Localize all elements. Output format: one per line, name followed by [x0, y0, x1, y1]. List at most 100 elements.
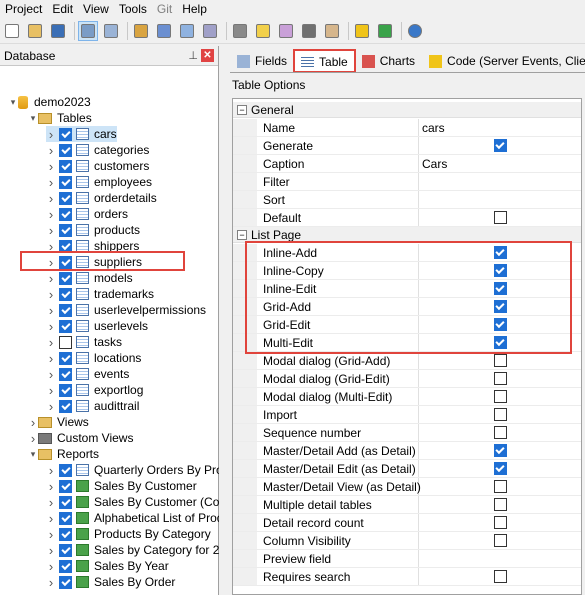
- table-checkbox[interactable]: [59, 159, 72, 173]
- tree-table-products[interactable]: › products: [46, 222, 140, 238]
- refresh-button[interactable]: [375, 21, 395, 41]
- tab-fields[interactable]: Fields: [230, 50, 294, 72]
- property-value[interactable]: [419, 550, 581, 567]
- expand-closed-icon[interactable]: ›: [46, 367, 56, 382]
- table-checkbox[interactable]: [59, 367, 72, 381]
- tree-report-item[interactable]: › Alphabetical List of Produ: [46, 510, 219, 526]
- menu-help[interactable]: Help: [177, 2, 212, 16]
- tree-report-item[interactable]: › Sales By Customer: [46, 478, 197, 494]
- property-row-preview-field[interactable]: Preview field: [233, 550, 581, 568]
- collapse-icon[interactable]: −: [237, 104, 247, 115]
- tree-report-item[interactable]: › Quarterly Orders By Prod: [46, 462, 219, 478]
- table-checkbox[interactable]: [59, 127, 72, 141]
- tree-table-cars[interactable]: › cars: [46, 126, 117, 142]
- property-row-generate[interactable]: Generate: [233, 137, 581, 155]
- expand-closed-icon[interactable]: ›: [46, 303, 56, 318]
- expand-closed-icon[interactable]: ›: [46, 191, 56, 206]
- property-row-default[interactable]: Default: [233, 209, 581, 227]
- tree-table-tasks[interactable]: › tasks: [46, 334, 122, 350]
- report-checkbox[interactable]: [59, 479, 72, 493]
- property-value[interactable]: [419, 209, 581, 226]
- expand-closed-icon[interactable]: ›: [46, 527, 56, 542]
- table-checkbox[interactable]: [59, 191, 72, 205]
- tree-report-item[interactable]: › Sales By Year: [46, 558, 169, 574]
- report-checkbox[interactable]: [59, 511, 72, 525]
- expand-closed-icon[interactable]: ›: [46, 495, 56, 510]
- menu-tools[interactable]: Tools: [114, 2, 152, 16]
- tree-database[interactable]: ▾ demo2023: [8, 94, 91, 110]
- property-checkbox[interactable]: [493, 462, 507, 475]
- section-header-general[interactable]: − General: [233, 102, 581, 118]
- expand-closed-icon[interactable]: ›: [46, 319, 56, 334]
- property-row-modal-dialog-grid-add-[interactable]: Modal dialog (Grid-Add): [233, 352, 581, 370]
- property-row-modal-dialog-grid-edit-[interactable]: Modal dialog (Grid-Edit): [233, 370, 581, 388]
- tab-charts[interactable]: Charts: [355, 50, 422, 72]
- lock-button[interactable]: [230, 21, 250, 41]
- property-checkbox[interactable]: [493, 426, 507, 439]
- style-button[interactable]: [276, 21, 296, 41]
- property-checkbox[interactable]: [493, 408, 507, 421]
- tree-table-orderdetails[interactable]: › orderdetails: [46, 190, 157, 206]
- table-checkbox[interactable]: [59, 303, 72, 317]
- property-value[interactable]: [419, 568, 581, 585]
- property-checkbox[interactable]: [493, 498, 507, 511]
- report-checkbox[interactable]: [59, 527, 72, 541]
- table-checkbox[interactable]: [59, 223, 72, 237]
- property-row-master-detail-add-as-detail-[interactable]: Master/Detail Add (as Detail): [233, 442, 581, 460]
- property-value[interactable]: cars: [419, 119, 581, 136]
- property-row-column-visibility[interactable]: Column Visibility: [233, 532, 581, 550]
- property-row-detail-record-count[interactable]: Detail record count: [233, 514, 581, 532]
- tables-button[interactable]: [131, 21, 151, 41]
- tree-table-orders[interactable]: › orders: [46, 206, 128, 222]
- menu-project[interactable]: Project: [0, 2, 47, 16]
- tree-report-item[interactable]: › Sales By Order: [46, 574, 176, 590]
- expand-closed-icon[interactable]: ›: [28, 431, 38, 446]
- expand-closed-icon[interactable]: ›: [46, 511, 56, 526]
- tree-report-item[interactable]: › Sales By Customer (Comp: [46, 494, 219, 510]
- property-row-import[interactable]: Import: [233, 406, 581, 424]
- expand-open-icon[interactable]: ▾: [8, 97, 18, 108]
- table-checkbox[interactable]: [59, 335, 72, 349]
- menu-view[interactable]: View: [78, 2, 114, 16]
- tree-table-userlevels[interactable]: › userlevels: [46, 318, 148, 334]
- expand-closed-icon[interactable]: ›: [46, 127, 56, 142]
- report-checkbox[interactable]: [59, 575, 72, 589]
- component-button[interactable]: [322, 21, 342, 41]
- property-value[interactable]: [419, 173, 581, 190]
- new-button[interactable]: [2, 21, 22, 41]
- table-checkbox[interactable]: [59, 271, 72, 285]
- property-value[interactable]: [419, 370, 581, 387]
- report-checkbox[interactable]: [59, 543, 72, 557]
- tree-table-customers[interactable]: › customers: [46, 158, 150, 174]
- property-value[interactable]: [419, 442, 581, 459]
- note-button[interactable]: [253, 21, 273, 41]
- tree-table-categories[interactable]: › categories: [46, 142, 150, 158]
- expand-closed-icon[interactable]: ›: [46, 143, 56, 158]
- collapse-icon[interactable]: −: [237, 229, 247, 240]
- font-button[interactable]: [299, 21, 319, 41]
- property-row-modal-dialog-multi-edit-[interactable]: Modal dialog (Multi-Edit): [233, 388, 581, 406]
- expand-closed-icon[interactable]: ›: [46, 175, 56, 190]
- tree-tables-folder[interactable]: ▾ Tables: [28, 110, 92, 126]
- expand-closed-icon[interactable]: ›: [46, 543, 56, 558]
- expand-open-icon[interactable]: ▾: [28, 449, 38, 460]
- report-checkbox[interactable]: [59, 463, 72, 477]
- tab-table[interactable]: Table: [293, 49, 356, 73]
- property-text-value[interactable]: cars: [422, 121, 445, 135]
- tree-reports-folder[interactable]: ▾ Reports: [28, 446, 99, 462]
- property-checkbox[interactable]: [493, 211, 507, 224]
- property-row-caption[interactable]: Caption Cars: [233, 155, 581, 173]
- table-checkbox[interactable]: [59, 351, 72, 365]
- expand-closed-icon[interactable]: ›: [46, 463, 56, 478]
- property-row-sequence-number[interactable]: Sequence number: [233, 424, 581, 442]
- expand-closed-icon[interactable]: ›: [46, 223, 56, 238]
- expand-closed-icon[interactable]: ›: [46, 207, 56, 222]
- property-row-multiple-detail-tables[interactable]: Multiple detail tables: [233, 496, 581, 514]
- property-text-value[interactable]: Cars: [422, 157, 447, 171]
- tree-table-employees[interactable]: › employees: [46, 174, 152, 190]
- expand-closed-icon[interactable]: ›: [46, 399, 56, 414]
- property-value[interactable]: Cars: [419, 155, 581, 172]
- property-value[interactable]: [419, 352, 581, 369]
- edit-button[interactable]: [154, 21, 174, 41]
- property-value[interactable]: [419, 406, 581, 423]
